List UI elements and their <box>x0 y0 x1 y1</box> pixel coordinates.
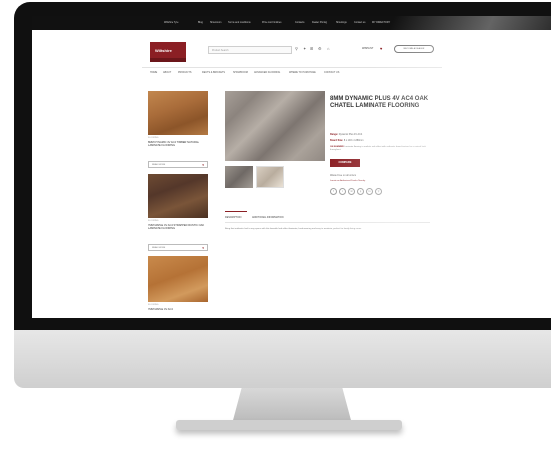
topbar-link[interactable]: Showroom <box>210 21 221 24</box>
site-logo[interactable]: Wiltshire <box>150 42 186 62</box>
topbar-link[interactable]: Contact us <box>354 21 365 24</box>
read-more-label: READ MORE <box>152 164 166 166</box>
topbar-link[interactable]: MY DIRECTORY <box>372 21 390 24</box>
sidebar-product-title[interactable]: 8MM DYNAMIC 4V AC4 TIMBER NATURAL LAMINA… <box>148 141 208 147</box>
gear-icon[interactable]: ⚙ <box>318 46 322 52</box>
monitor-stand-neck <box>232 388 352 424</box>
sidebar-product-title[interactable]: 7MM MAPLE 4V AC4 STRAPPED RUSTIC OAK LAM… <box>148 224 208 230</box>
sidebar-read-more-button[interactable]: READ MORE ♥ <box>148 161 208 168</box>
read-more-label: READ MORE <box>152 247 166 249</box>
sidebar-product-image[interactable] <box>148 174 208 218</box>
grid-icon[interactable]: ⊞ <box>310 46 313 52</box>
stock-text: Waste Free on all orders <box>330 174 357 177</box>
search-input[interactable]: Product Search <box>208 46 292 54</box>
board-size-label: Board Size: <box>330 139 344 142</box>
logo-band <box>150 58 186 62</box>
nav-item-purchase[interactable]: WHERE TO PURCHASE <box>289 71 316 74</box>
facebook-icon[interactable]: f <box>330 188 337 195</box>
product-range: Range: Dynamic Plus 4V AC4 <box>330 133 362 136</box>
topbar-link[interactable]: Shootings <box>336 21 347 24</box>
compare-button[interactable]: COMPARE <box>330 159 360 167</box>
topbar-link[interactable]: Contacts <box>295 21 304 24</box>
sidebar-category: FLOORING <box>148 304 159 306</box>
email-icon[interactable]: ✉ <box>348 188 355 195</box>
pinterest-icon[interactable]: p <box>357 188 364 195</box>
become-dealer-button[interactable]: BECOME A DEALER <box>394 45 434 53</box>
imac-scene: Wiltshire Tyre Blog Showroom Terms and c… <box>0 0 551 452</box>
monitor-stand-foot <box>176 420 402 430</box>
product-thumbnail[interactable] <box>256 166 284 188</box>
product-title: 8MM DYNAMIC PLUS 4V AC4 OAK CHATEL LAMIN… <box>330 96 429 109</box>
monitor-chin <box>14 330 551 388</box>
nav-divider <box>142 67 442 68</box>
search-icon[interactable]: ⚲ <box>295 46 298 52</box>
sidebar-category: FLOORING <box>148 220 159 222</box>
tool-icon[interactable]: ✦ <box>303 46 306 52</box>
promo-label: ON SUMMER <box>330 146 344 148</box>
range-value: Dynamic Plus 4V AC4 <box>338 133 363 136</box>
topbar-link[interactable]: Dealer Pricing <box>312 21 327 24</box>
range-label: Range: <box>330 133 339 136</box>
heart-icon[interactable]: ♥ <box>380 46 382 51</box>
sidebar-read-more-button[interactable]: READ MORE ♥ <box>148 244 208 251</box>
dealer-link[interactable]: Locate an Authorised Dealer Nearby <box>330 180 365 182</box>
wishlist-label[interactable]: WISHLIST <box>362 47 373 50</box>
product-thumbnail[interactable] <box>225 166 253 188</box>
active-tab-indicator <box>225 211 247 212</box>
tab-divider <box>225 222 430 223</box>
logo-text: Wiltshire <box>155 48 172 53</box>
topbar-link[interactable]: Wiltshire Tyre <box>164 21 178 24</box>
sidebar-product-title[interactable]: 7MM MAPLE 4V AC4 <box>148 308 208 311</box>
board-size-value: 8 x 193 x 1380mm <box>343 139 364 142</box>
top-utility-bar: Wiltshire Tyre Blog Showroom Terms and c… <box>32 16 551 30</box>
website-screen: Wiltshire Tyre Blog Showroom Terms and c… <box>32 16 551 318</box>
nav-item-advanced[interactable]: ADVANCED FLOORING <box>254 71 280 74</box>
nav-item-contact[interactable]: CONTACT US <box>324 71 339 74</box>
topbar-link[interactable]: Price List Finishes <box>262 21 281 24</box>
nav-item-dects[interactable]: DECTS & BRICKETS <box>202 71 225 74</box>
tab-description[interactable]: DESCRIPTION <box>225 216 241 219</box>
nav-item-products[interactable]: PRODUCTS <box>178 71 191 74</box>
topbar-link[interactable]: Terms and conditions <box>228 21 251 24</box>
heart-icon[interactable]: ♥ <box>202 246 204 250</box>
twitter-icon[interactable]: t <box>339 188 346 195</box>
nav-item-home[interactable]: HOME <box>150 71 157 74</box>
tab-additional-info[interactable]: ADDITIONAL INFORMATION <box>252 216 283 219</box>
product-board-size: Board Size: 8 x 193 x 1380mm <box>330 139 364 142</box>
product-main-image[interactable] <box>225 91 325 161</box>
heart-icon[interactable]: ♥ <box>202 163 204 167</box>
cart-icon[interactable]: ⌂ <box>327 46 329 52</box>
product-promo: ON SUMMER Laminate flooring in realistic… <box>330 146 430 152</box>
product-description: Bring that authentic feel to any space w… <box>225 228 362 230</box>
nav-item-showroom[interactable]: SHOWROOM <box>233 71 248 74</box>
nav-item-about[interactable]: ABOUT <box>163 71 171 74</box>
linkedin-icon[interactable]: in <box>366 188 373 195</box>
sidebar-category: FLOORING <box>148 137 159 139</box>
link-icon[interactable]: ⚲ <box>375 188 382 195</box>
sidebar-product-image[interactable] <box>148 91 208 135</box>
promo-text: Laminate flooring in realistic oak effec… <box>330 146 426 151</box>
sidebar-product-image[interactable] <box>148 256 208 302</box>
topbar-link[interactable]: Blog <box>198 21 203 24</box>
